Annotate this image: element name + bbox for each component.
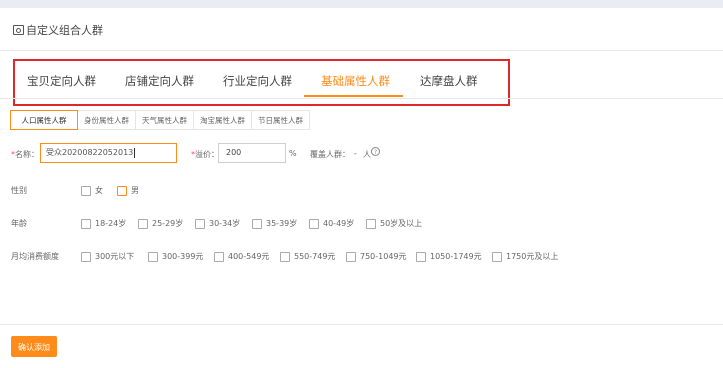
spend-label: 月均消费额度 (11, 252, 59, 261)
tab-item-targeting[interactable]: 宝贝定向人群 (27, 73, 96, 89)
age-option[interactable]: 30-34岁 (195, 218, 240, 229)
spend-option[interactable]: 300-399元 (148, 251, 203, 262)
price-unit: % (289, 149, 297, 158)
checkbox[interactable] (117, 185, 127, 196)
price-input[interactable]: 200 (218, 143, 286, 163)
spend-option[interactable]: 1750元及以上 (492, 251, 558, 262)
checkbox[interactable] (309, 218, 319, 229)
checkbox[interactable] (214, 251, 224, 262)
coverage-value: - (354, 149, 357, 158)
checkbox[interactable] (138, 218, 148, 229)
subtab-identity[interactable]: 身份属性人群 (78, 110, 136, 130)
checkbox[interactable] (148, 251, 158, 262)
confirm-add-button[interactable]: 确认添加 (11, 336, 57, 357)
gender-option-male[interactable]: 男 (117, 185, 139, 196)
spend-option[interactable]: 400-549元 (214, 251, 269, 262)
top-strip (0, 0, 723, 8)
divider (0, 98, 723, 99)
page-title: 自定义组合人群 (26, 24, 103, 37)
checkbox[interactable] (195, 218, 205, 229)
question-circle-icon[interactable]: ? (371, 147, 380, 156)
checkbox[interactable] (81, 251, 91, 262)
age-option[interactable]: 35-39岁 (252, 218, 297, 229)
subtab-holiday[interactable]: 节日属性人群 (252, 110, 310, 130)
gender-option-female[interactable]: 女 (81, 185, 103, 196)
checkbox[interactable] (81, 185, 91, 196)
checkbox[interactable] (416, 251, 426, 262)
tab-industry-targeting[interactable]: 行业定向人群 (223, 73, 292, 89)
checkbox[interactable] (346, 251, 356, 262)
price-label: *溢价： (191, 150, 219, 159)
checkbox[interactable] (81, 218, 91, 229)
divider (0, 324, 723, 325)
text-cursor (134, 147, 136, 158)
coverage-unit: 人 (363, 150, 371, 159)
subtab-weather[interactable]: 天气属性人群 (136, 110, 194, 130)
subtab-taobao[interactable]: 淘宝属性人群 (194, 110, 252, 130)
tab-dmp-crowd[interactable]: 达摩盘人群 (420, 73, 478, 89)
page-header: 自定义组合人群 (13, 22, 103, 38)
age-option[interactable]: 50岁及以上 (366, 218, 422, 229)
tab-basic-attributes[interactable]: 基础属性人群 (321, 73, 390, 89)
tab-shop-targeting[interactable]: 店铺定向人群 (125, 73, 194, 89)
spend-option[interactable]: 750-1049元 (346, 251, 407, 262)
spend-option[interactable]: 1050-1749元 (416, 251, 482, 262)
checkbox[interactable] (366, 218, 376, 229)
coverage-label: 覆盖人群： (310, 150, 350, 159)
checkbox[interactable] (492, 251, 502, 262)
active-tab-indicator (304, 95, 403, 97)
age-label: 年龄 (11, 219, 27, 228)
checkbox[interactable] (252, 218, 262, 229)
name-input[interactable]: 受众20200822052013 (40, 143, 177, 163)
gender-label: 性别 (11, 186, 27, 195)
age-option[interactable]: 40-49岁 (309, 218, 354, 229)
divider (0, 50, 723, 51)
subtab-demographic[interactable]: 人口属性人群 (10, 110, 78, 130)
spend-option[interactable]: 550-749元 (280, 251, 335, 262)
spend-option[interactable]: 300元以下 (81, 251, 134, 262)
subtab-bar: 人口属性人群 身份属性人群 天气属性人群 淘宝属性人群 节日属性人群 (10, 110, 310, 130)
age-option[interactable]: 25-29岁 (138, 218, 183, 229)
age-option[interactable]: 18-24岁 (81, 218, 126, 229)
checkbox[interactable] (280, 251, 290, 262)
crowd-card-icon (13, 25, 24, 35)
name-label: *名称： (11, 150, 39, 159)
